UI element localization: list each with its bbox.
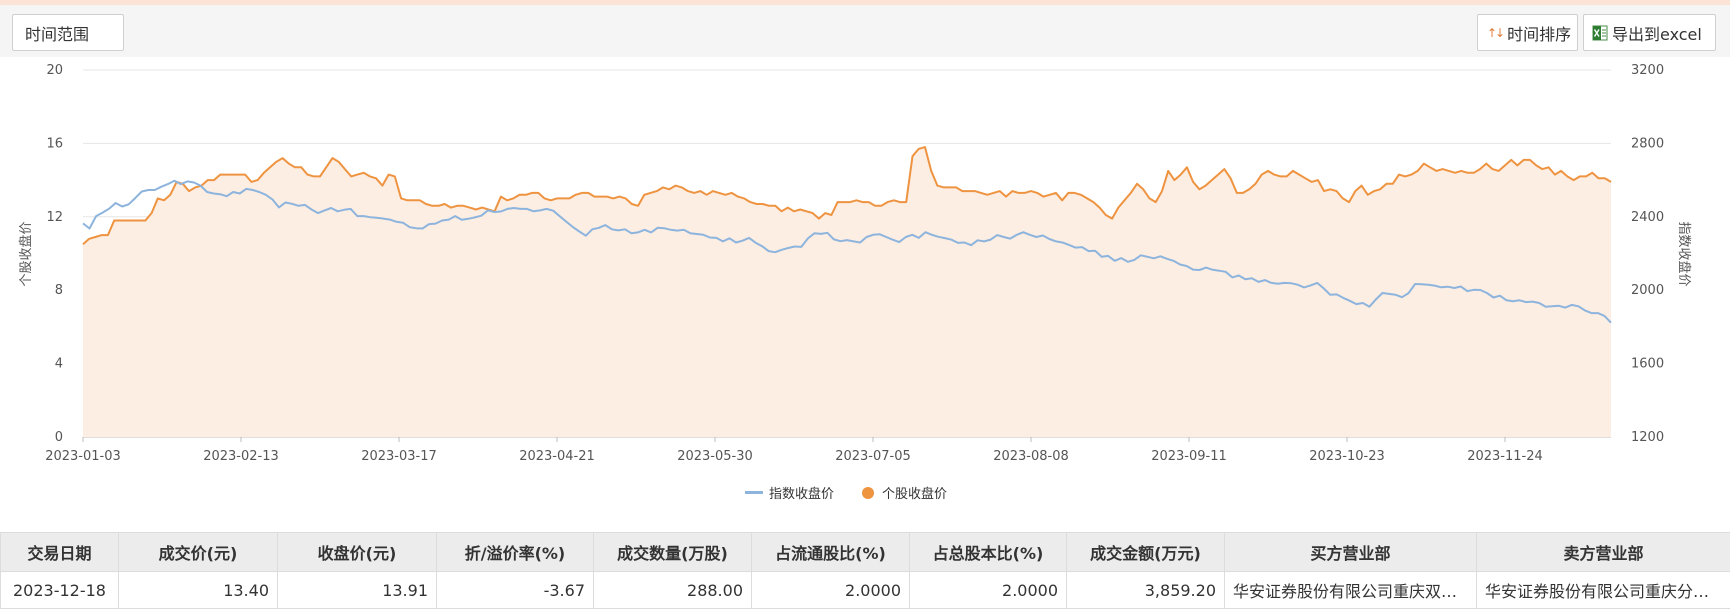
x-tick-label: 2023-08-08: [993, 449, 1069, 464]
x-tick-label: 2023-10-23: [1309, 449, 1385, 464]
cell-close-price: 13.91: [278, 572, 437, 609]
x-tick-label: 2023-09-11: [1151, 449, 1227, 464]
x-tick-label: 2023-03-17: [361, 449, 437, 464]
col-header-amount[interactable]: 成交金额(万元): [1067, 533, 1225, 572]
export-excel-button[interactable]: 导出到excel: [1583, 14, 1716, 51]
time-range-button[interactable]: 时间范围: [12, 14, 124, 51]
legend-stock-label: 个股收盘价: [882, 483, 947, 502]
y-left-tick-label: 0: [55, 430, 63, 445]
legend-item-stock[interactable]: 个股收盘价: [862, 483, 947, 502]
col-header-date[interactable]: 交易日期: [1, 533, 119, 572]
time-range-label: 时间范围: [25, 21, 89, 45]
y-right-tick-label: 2400: [1631, 210, 1664, 225]
stock-price-area: [83, 147, 1611, 437]
col-header-premium-rate[interactable]: 折/溢价率(%): [437, 533, 594, 572]
col-header-close-price[interactable]: 收盘价(元): [278, 533, 437, 572]
cell-total-ratio: 2.0000: [910, 572, 1067, 609]
x-tick-label: 2023-02-13: [203, 449, 279, 464]
col-header-deal-price[interactable]: 成交价(元): [119, 533, 278, 572]
table-header-row: 交易日期 成交价(元) 收盘价(元) 折/溢价率(%) 成交数量(万股) 占流通…: [1, 533, 1730, 572]
y-left-tick-label: 4: [55, 357, 63, 372]
export-excel-label: 导出到excel: [1612, 21, 1702, 45]
col-header-buyer[interactable]: 买方营业部: [1225, 533, 1477, 572]
price-chart: 0 4 8 12 16 20 1200 1600 2000 2400 2800 3200 个股收盘价 指数…: [0, 60, 1730, 480]
sort-arrows-icon: ↑↓: [1487, 26, 1503, 40]
x-tick-label: 2023-11-24: [1467, 449, 1543, 464]
cell-float-ratio: 2.0000: [752, 572, 910, 609]
cell-date: 2023-12-18: [1, 572, 119, 609]
x-tick-label: 2023-05-30: [677, 449, 753, 464]
col-header-seller[interactable]: 卖方营业部: [1477, 533, 1730, 572]
y-right-tick-label: 2000: [1631, 283, 1664, 298]
y-left-axis-title: 个股收盘价: [18, 221, 34, 286]
block-trade-table: 交易日期 成交价(元) 收盘价(元) 折/溢价率(%) 成交数量(万股) 占流通…: [0, 532, 1730, 609]
col-header-total-ratio[interactable]: 占总股本比(%): [910, 533, 1067, 572]
time-sort-button[interactable]: ↑↓ 时间排序: [1477, 14, 1578, 51]
y-right-tick-label: 1600: [1631, 357, 1664, 372]
y-left-tick-label: 20: [46, 63, 63, 78]
toolbar: 时间范围 ↑↓ 时间排序 导出到excel: [0, 5, 1730, 57]
legend-index-label: 指数收盘价: [769, 483, 834, 502]
legend-item-index[interactable]: 指数收盘价: [745, 483, 834, 502]
x-tick-label: 2023-07-05: [835, 449, 911, 464]
x-tick-label: 2023-01-03: [45, 449, 121, 464]
cell-deal-price: 13.40: [119, 572, 278, 609]
chart-legend: 指数收盘价 个股收盘价: [745, 483, 975, 502]
cell-seller[interactable]: 华安证券股份有限公司重庆分…: [1477, 572, 1730, 609]
col-header-float-ratio[interactable]: 占流通股比(%): [752, 533, 910, 572]
cell-amount: 3,859.20: [1067, 572, 1225, 609]
cell-premium-rate: -3.67: [437, 572, 594, 609]
table-row[interactable]: 2023-12-18 13.40 13.91 -3.67 288.00 2.00…: [1, 572, 1730, 609]
legend-index-swatch: [745, 491, 763, 494]
legend-stock-swatch: [862, 487, 874, 499]
time-sort-label: 时间排序: [1507, 21, 1571, 45]
y-right-axis-title: 指数收盘价: [1676, 221, 1692, 286]
y-left-tick-label: 16: [46, 136, 63, 151]
y-left-tick-label: 12: [46, 210, 63, 225]
excel-icon: [1592, 25, 1608, 41]
x-tick-label: 2023-04-21: [519, 449, 595, 464]
y-right-tick-label: 3200: [1631, 63, 1664, 78]
cell-volume: 288.00: [594, 572, 752, 609]
cell-buyer[interactable]: 华安证券股份有限公司重庆双…: [1225, 572, 1477, 609]
col-header-volume[interactable]: 成交数量(万股): [594, 533, 752, 572]
y-left-tick-label: 8: [55, 283, 63, 298]
y-right-tick-label: 1200: [1631, 430, 1664, 445]
y-right-tick-label: 2800: [1631, 136, 1664, 151]
